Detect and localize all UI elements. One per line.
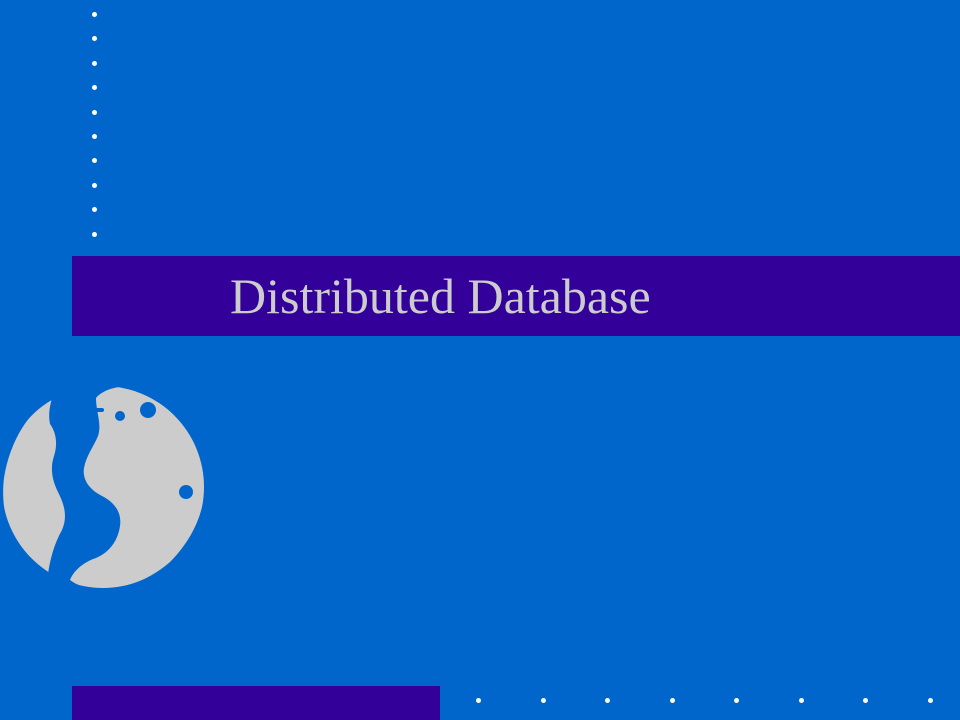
bottom-band bbox=[72, 686, 440, 720]
decorative-dot bbox=[92, 134, 97, 139]
decorative-dot bbox=[92, 12, 97, 17]
decorative-dot bbox=[798, 698, 804, 703]
decorative-dot bbox=[863, 698, 868, 703]
decorative-dot bbox=[92, 158, 97, 164]
decorative-dot bbox=[540, 698, 546, 703]
vertical-dot-line bbox=[92, 12, 100, 242]
globe-icon bbox=[3, 386, 204, 588]
decorative-dot bbox=[92, 60, 97, 66]
horizontal-dot-line bbox=[476, 698, 946, 706]
decorative-dot bbox=[92, 207, 97, 213]
decorative-dot bbox=[92, 36, 97, 42]
slide-title: Distributed Database bbox=[230, 268, 651, 324]
decorative-dot bbox=[605, 698, 610, 703]
decorative-dot bbox=[669, 698, 675, 703]
decorative-dot bbox=[927, 698, 933, 703]
decorative-dot bbox=[476, 698, 481, 703]
decorative-dot bbox=[92, 231, 97, 237]
slide: Distributed Database bbox=[0, 0, 960, 720]
decorative-dot bbox=[92, 182, 97, 188]
decorative-dot bbox=[92, 109, 97, 115]
decorative-dot bbox=[734, 698, 739, 703]
title-band: Distributed Database bbox=[72, 256, 960, 336]
decorative-dot bbox=[92, 85, 97, 91]
